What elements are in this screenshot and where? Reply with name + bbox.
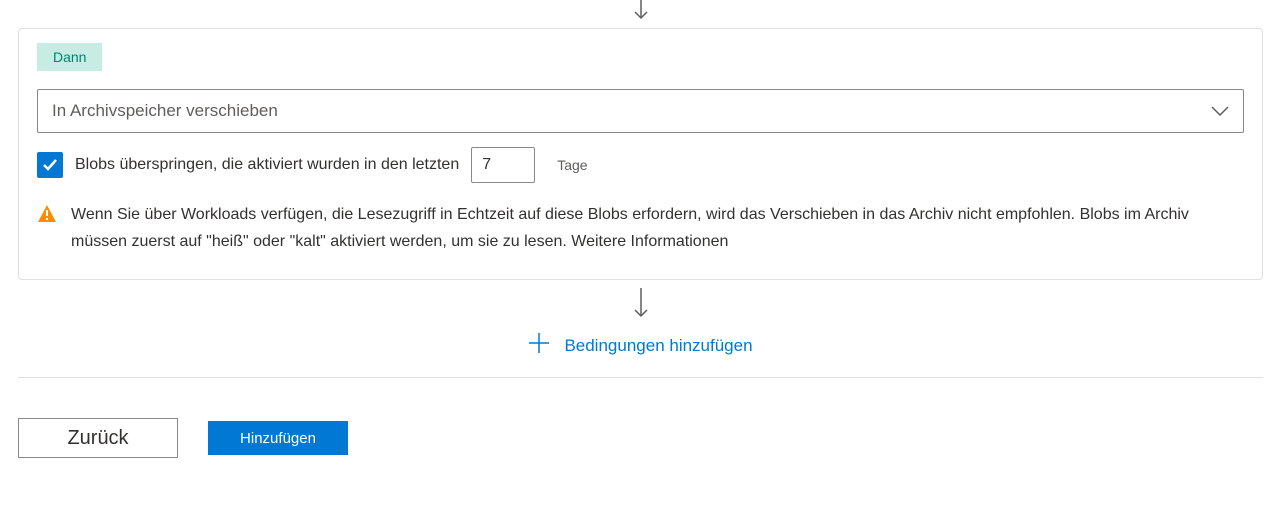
then-block-card: Dann In Archivspeicher verschieben Blobs… bbox=[18, 28, 1263, 280]
check-icon bbox=[42, 157, 58, 173]
footer-actions: Zurück Hinzufügen bbox=[18, 418, 1263, 458]
skip-blobs-label: Blobs überspringen, die aktiviert wurden… bbox=[75, 156, 459, 174]
skip-days-input[interactable] bbox=[471, 147, 535, 183]
action-select-value: In Archivspeicher verschieben bbox=[52, 101, 278, 121]
action-select[interactable]: In Archivspeicher verschieben bbox=[37, 89, 1244, 133]
warning-icon bbox=[37, 204, 57, 229]
skip-blobs-checkbox[interactable] bbox=[37, 152, 63, 178]
plus-icon bbox=[528, 332, 550, 359]
then-badge: Dann bbox=[37, 43, 102, 71]
section-divider bbox=[18, 377, 1263, 378]
chevron-down-icon bbox=[1211, 101, 1229, 121]
archive-warning: Wenn Sie über Workloads verfügen, die Le… bbox=[37, 201, 1244, 255]
add-conditions-label: Bedingungen hinzufügen bbox=[564, 336, 752, 356]
add-button[interactable]: Hinzufügen bbox=[208, 421, 348, 455]
flow-arrow-top bbox=[18, 0, 1263, 28]
days-suffix-label: Tage bbox=[557, 157, 587, 173]
archive-warning-text: Wenn Sie über Workloads verfügen, die Le… bbox=[71, 201, 1244, 255]
flow-arrow-bottom bbox=[18, 280, 1263, 326]
back-button[interactable]: Zurück bbox=[18, 418, 178, 458]
skip-blobs-row: Blobs überspringen, die aktiviert wurden… bbox=[37, 147, 1244, 183]
add-conditions-button[interactable]: Bedingungen hinzufügen bbox=[18, 326, 1263, 377]
